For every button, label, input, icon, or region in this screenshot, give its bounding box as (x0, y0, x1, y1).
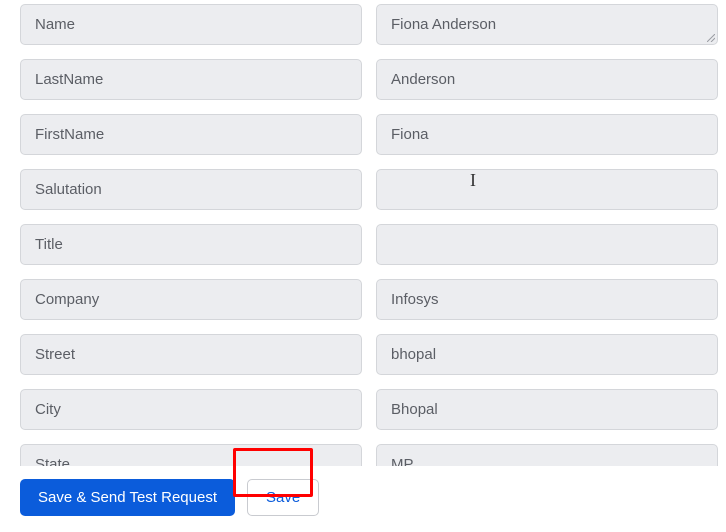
field-value[interactable]: Infosys (376, 279, 718, 320)
form-row: State MP (20, 444, 718, 466)
field-label[interactable]: Salutation (20, 169, 362, 210)
action-bar: Save & Send Test Request Save (20, 479, 319, 516)
form-row: LastName Anderson (20, 59, 718, 100)
form-scroll-area[interactable]: Name Fiona Anderson LastName Anderson FirstN… (0, 0, 726, 466)
form-row: Company Infosys (20, 279, 718, 320)
form-row: FirstName Fiona (20, 114, 718, 155)
field-label[interactable]: Company (20, 279, 362, 320)
field-value[interactable]: Fiona (376, 114, 718, 155)
field-value[interactable]: Bhopal (376, 389, 718, 430)
field-value[interactable]: Anderson (376, 59, 718, 100)
save-send-test-button[interactable]: Save & Send Test Request (20, 479, 235, 516)
save-button[interactable]: Save (247, 479, 319, 516)
form-row: Street bhopal (20, 334, 718, 375)
form-row: City Bhopal (20, 389, 718, 430)
form-row: Name Fiona Anderson (20, 4, 718, 45)
form-row: Title (20, 224, 718, 265)
field-label[interactable]: Title (20, 224, 362, 265)
field-label[interactable]: FirstName (20, 114, 362, 155)
field-value[interactable] (376, 224, 718, 265)
field-label[interactable]: Name (20, 4, 362, 45)
field-value[interactable] (376, 169, 718, 210)
resize-handle-icon (707, 34, 715, 42)
field-label[interactable]: City (20, 389, 362, 430)
field-value[interactable]: bhopal (376, 334, 718, 375)
field-label[interactable]: State (20, 444, 362, 466)
field-value[interactable]: Fiona Anderson (376, 4, 718, 45)
field-label[interactable]: Street (20, 334, 362, 375)
field-label[interactable]: LastName (20, 59, 362, 100)
field-value[interactable]: MP (376, 444, 718, 466)
form-row: Salutation (20, 169, 718, 210)
